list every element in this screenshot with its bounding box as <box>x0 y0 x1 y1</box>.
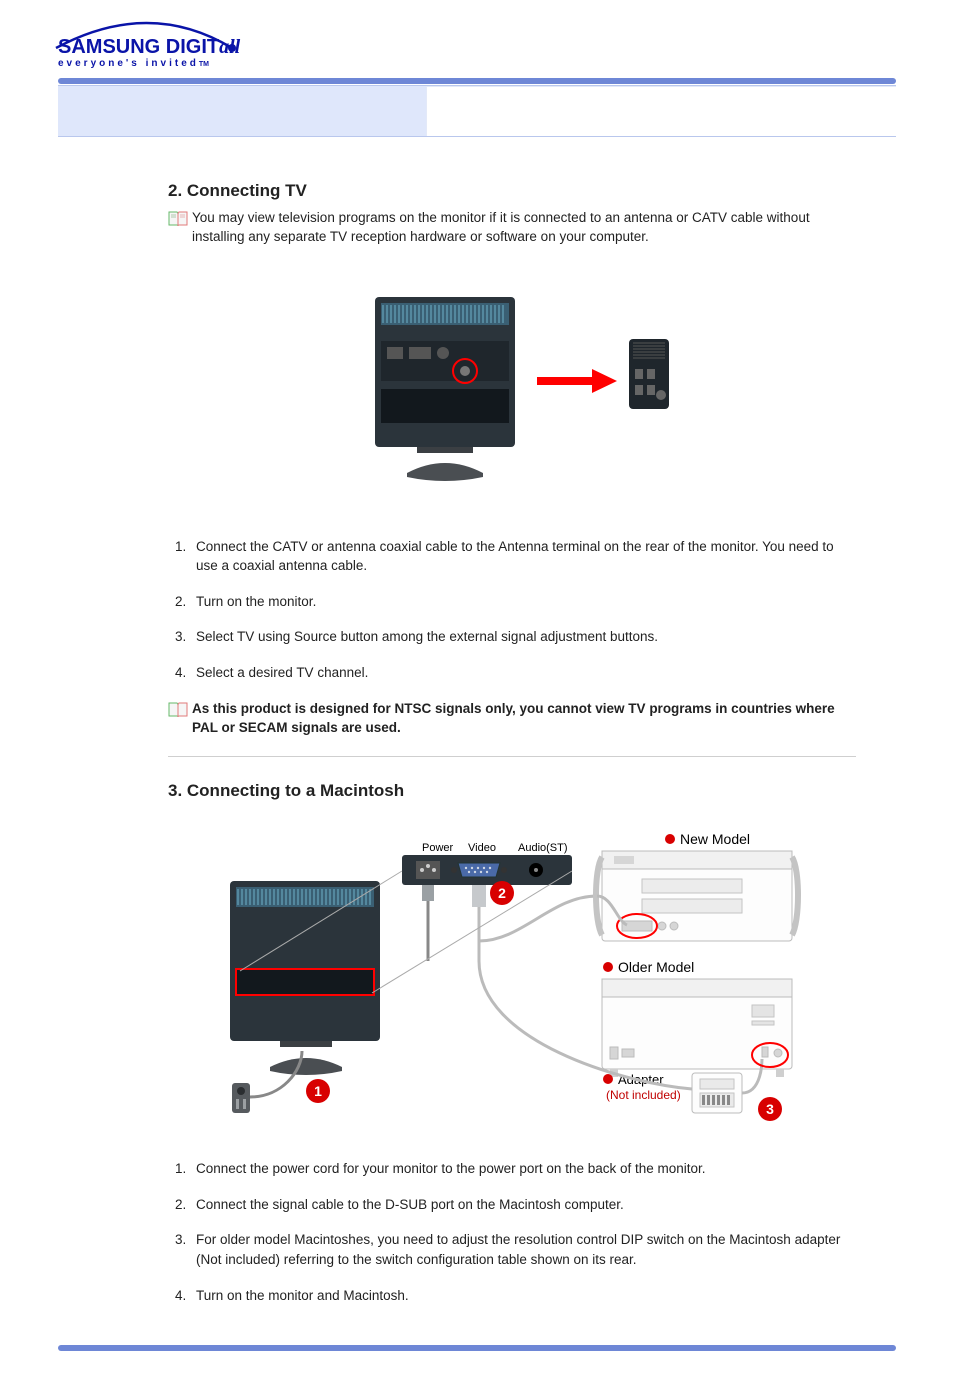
header-light-band-cut <box>426 86 896 136</box>
tv-connection-illustration <box>347 277 677 497</box>
section-2-note: As this product is designed for NTSC sig… <box>168 699 856 738</box>
section-2-intro-row: You may view television programs on the … <box>168 208 856 247</box>
header-separator-bar <box>58 78 896 84</box>
section-3-figure: Power Video Audio(ST) <box>168 821 856 1131</box>
logo-tagline-text: everyone's invited <box>58 58 199 69</box>
brand-logo: SAMSUNG DIGITall everyone's invitedTM <box>58 18 258 68</box>
book-icon <box>168 210 188 228</box>
marker-1: 1 <box>314 1083 322 1099</box>
port-label-video: Video <box>468 842 496 854</box>
marker-3: 3 <box>766 1101 774 1117</box>
content-area: 2. Connecting TV You may view television… <box>58 137 896 1305</box>
list-item: Connect the signal cable to the D-SUB po… <box>190 1195 856 1215</box>
older-model-label: Older Model <box>618 959 694 975</box>
list-item: Connect the power cord for your monitor … <box>190 1159 856 1179</box>
list-item: Turn on the monitor and Macintosh. <box>190 1286 856 1306</box>
port-label-audio: Audio(ST) <box>518 842 568 854</box>
list-item: Select a desired TV channel. <box>190 663 856 683</box>
header-light-band <box>58 85 896 137</box>
list-item: Turn on the monitor. <box>190 592 856 612</box>
document-page: SAMSUNG DIGITall everyone's invitedTM 2.… <box>0 0 954 1381</box>
macintosh-connection-illustration: Power Video Audio(ST) <box>222 821 802 1131</box>
section-3-heading: 3. Connecting to a Macintosh <box>168 779 856 804</box>
new-model-label: New Model <box>680 831 750 847</box>
section-2-heading: 2. Connecting TV <box>168 179 856 204</box>
list-item: For older model Macintoshes, you need to… <box>190 1230 856 1269</box>
marker-2: 2 <box>498 885 506 901</box>
logo-text: SAMSUNG DIGITall <box>58 36 240 59</box>
section-2-note-text: As this product is designed for NTSC sig… <box>192 699 856 738</box>
port-label-power: Power <box>422 842 454 854</box>
adapter-note-label: (Not included) <box>606 1088 681 1102</box>
section-3-steps: Connect the power cord for your monitor … <box>190 1159 856 1305</box>
book-icon <box>168 701 188 719</box>
logo-brand-prefix: SAMSUNG DIGIT <box>58 36 219 58</box>
section-2-intro-text: You may view television programs on the … <box>192 208 856 247</box>
section-2-steps: Connect the CATV or antenna coaxial cabl… <box>190 537 856 683</box>
section-divider <box>168 756 856 757</box>
list-item: Select TV using Source button among the … <box>190 627 856 647</box>
logo-tm: TM <box>199 61 209 68</box>
logo-brand-italic: all <box>219 36 240 58</box>
section-2-figure <box>168 277 856 497</box>
logo-tagline: everyone's invitedTM <box>58 58 209 69</box>
list-item: Connect the CATV or antenna coaxial cabl… <box>190 537 856 576</box>
footer-separator-bar <box>58 1345 896 1351</box>
